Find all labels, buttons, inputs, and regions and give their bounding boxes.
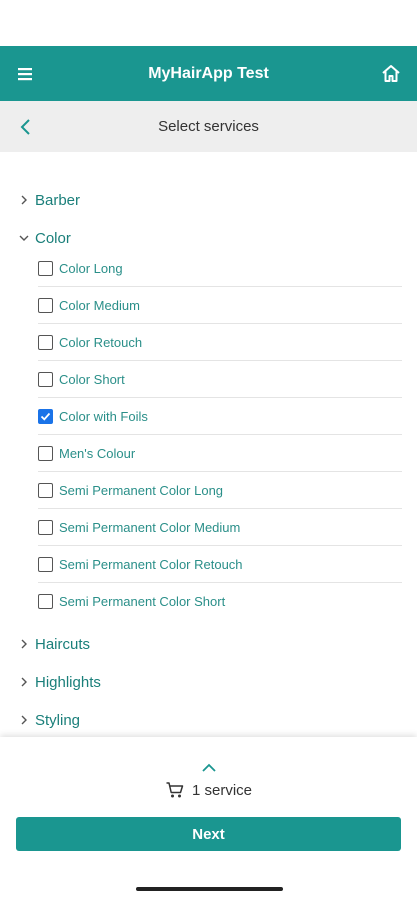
category-label: Haircuts xyxy=(35,635,91,653)
cart-icon xyxy=(166,782,184,798)
service-label: Color Long xyxy=(59,260,123,276)
category-label: Styling xyxy=(35,711,81,729)
home-icon[interactable] xyxy=(379,62,403,86)
checkbox[interactable] xyxy=(38,594,53,609)
category-haircuts[interactable]: Haircuts xyxy=(0,629,417,659)
service-color-medium[interactable]: Color Medium xyxy=(38,287,402,324)
checkbox[interactable] xyxy=(38,519,53,535)
service-label: Semi Permanent Color Long xyxy=(59,482,224,498)
back-chevron-icon[interactable] xyxy=(16,116,36,138)
cart-count-text: 1 service xyxy=(191,781,253,799)
service-semi-permanent-color-retouch[interactable]: Semi Permanent Color Retouch xyxy=(38,546,402,583)
service-label: Semi Permanent Color Retouch xyxy=(59,556,243,572)
service-label: Color Retouch xyxy=(59,334,143,350)
chevron-up-icon[interactable] xyxy=(200,761,218,773)
service-label: Color Short xyxy=(59,371,125,387)
chevron-right-icon xyxy=(21,639,27,649)
category-highlights[interactable]: Highlights xyxy=(0,667,417,697)
checkbox[interactable] xyxy=(38,482,53,498)
category-label: Highlights xyxy=(35,673,101,691)
checkbox-checked[interactable] xyxy=(38,408,53,424)
checkbox[interactable] xyxy=(38,371,53,387)
next-button[interactable]: Next xyxy=(16,817,401,851)
category-label: Color xyxy=(35,229,71,247)
service-label: Color with Foils xyxy=(59,408,148,424)
service-label: Semi Permanent Color Medium xyxy=(59,519,241,535)
home-indicator-bar[interactable] xyxy=(136,887,283,891)
service-list[interactable]: Barber Color Color Long Color Medium Col… xyxy=(0,152,417,737)
service-color-short[interactable]: Color Short xyxy=(38,361,402,398)
chevron-right-icon xyxy=(21,715,27,725)
service-semi-permanent-color-medium[interactable]: Semi Permanent Color Medium xyxy=(38,509,402,546)
service-semi-permanent-color-long[interactable]: Semi Permanent Color Long xyxy=(38,472,402,509)
checkmark-icon xyxy=(40,412,51,421)
category-styling[interactable]: Styling xyxy=(0,705,417,735)
sub-header: Select services xyxy=(0,101,417,152)
status-bar xyxy=(0,0,417,46)
cart-panel: 1 service Next xyxy=(0,737,417,900)
service-color-long[interactable]: Color Long xyxy=(38,250,402,287)
service-label: Semi Permanent Color Short xyxy=(59,594,226,609)
service-label: Color Medium xyxy=(59,297,140,313)
page-title: Select services xyxy=(158,118,259,135)
category-label: Barber xyxy=(35,191,81,209)
service-label: Men's Colour xyxy=(59,445,136,461)
category-barber[interactable]: Barber xyxy=(0,185,417,215)
checkbox[interactable] xyxy=(38,297,53,313)
checkbox[interactable] xyxy=(38,445,53,461)
checkbox[interactable] xyxy=(38,260,53,276)
chevron-right-icon xyxy=(21,195,27,205)
chevron-right-icon xyxy=(21,677,27,687)
app-bar: MyHairApp Test xyxy=(0,46,417,101)
checkbox[interactable] xyxy=(38,334,53,350)
hamburger-menu-icon[interactable] xyxy=(16,64,38,84)
category-color[interactable]: Color xyxy=(0,223,417,253)
service-color-with-foils[interactable]: Color with Foils xyxy=(38,398,402,435)
service-semi-permanent-color-short[interactable]: Semi Permanent Color Short xyxy=(38,583,402,620)
checkbox[interactable] xyxy=(38,556,53,572)
service-color-retouch[interactable]: Color Retouch xyxy=(38,324,402,361)
chevron-down-icon xyxy=(19,235,29,241)
app-title: MyHairApp Test xyxy=(148,64,269,82)
cart-summary[interactable]: 1 service xyxy=(0,780,417,800)
service-mens-colour[interactable]: Men's Colour xyxy=(38,435,402,472)
